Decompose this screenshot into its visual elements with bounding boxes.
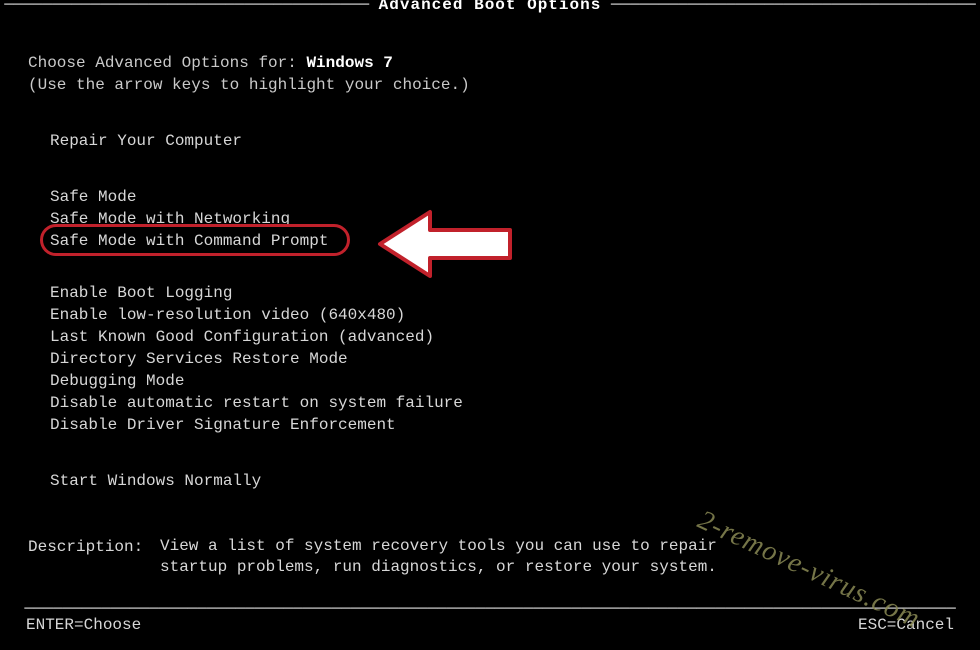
group-repair: Repair Your Computer (28, 130, 952, 152)
menu-item-disable-auto-restart[interactable]: Disable automatic restart on system fail… (50, 392, 952, 414)
title-bar: ────────────────────────────────────── A… (0, 0, 980, 14)
choose-prefix: Choose Advanced Options for: (28, 54, 306, 72)
menu-item-start-normally[interactable]: Start Windows Normally (50, 470, 952, 492)
footer-esc: ESC=Cancel (858, 616, 954, 634)
description-block: Description: View a list of system recov… (28, 536, 952, 578)
boot-options-screen: ────────────────────────────────────── A… (0, 0, 980, 646)
group-normal: Start Windows Normally (28, 470, 952, 492)
menu-item-lkgc[interactable]: Last Known Good Configuration (advanced) (50, 326, 952, 348)
menu-item-debugging[interactable]: Debugging Mode (50, 370, 952, 392)
description-label: Description: (28, 536, 160, 578)
menu-item-safe-mode-cmd[interactable]: Safe Mode with Command Prompt (50, 230, 328, 252)
body-area: Choose Advanced Options for: Windows 7 (… (0, 14, 980, 578)
menu-item-boot-logging[interactable]: Enable Boot Logging (50, 282, 952, 304)
title-border-left: ────────────────────────────────────── (4, 0, 378, 14)
footer-border: ────────────────────────────────────────… (0, 600, 980, 618)
menu-item-disable-driver-sig[interactable]: Disable Driver Signature Enforcement (50, 414, 952, 436)
choose-os: Windows 7 (306, 54, 392, 72)
group-safemode: Safe Mode Safe Mode with Networking Safe… (28, 186, 952, 252)
hint-line: (Use the arrow keys to highlight your ch… (28, 74, 952, 96)
screen-title: Advanced Boot Options (379, 0, 602, 14)
footer-enter: ENTER=Choose (26, 616, 141, 634)
menu-item-safe-mode-networking[interactable]: Safe Mode with Networking (50, 208, 952, 230)
highlighted-item-wrap: Safe Mode with Command Prompt (50, 230, 328, 252)
title-border-right: ────────────────────────────────────── (601, 0, 975, 14)
menu-item-lowres[interactable]: Enable low-resolution video (640x480) (50, 304, 952, 326)
footer-row: ENTER=Choose ESC=Cancel (0, 616, 980, 634)
menu-item-dsrm[interactable]: Directory Services Restore Mode (50, 348, 952, 370)
footer: ────────────────────────────────────────… (0, 600, 980, 634)
choose-line: Choose Advanced Options for: Windows 7 (28, 52, 952, 74)
group-advanced: Enable Boot Logging Enable low-resolutio… (28, 282, 952, 436)
description-text: View a list of system recovery tools you… (160, 536, 720, 578)
menu-item-safe-mode[interactable]: Safe Mode (50, 186, 952, 208)
menu-item-repair[interactable]: Repair Your Computer (50, 130, 952, 152)
